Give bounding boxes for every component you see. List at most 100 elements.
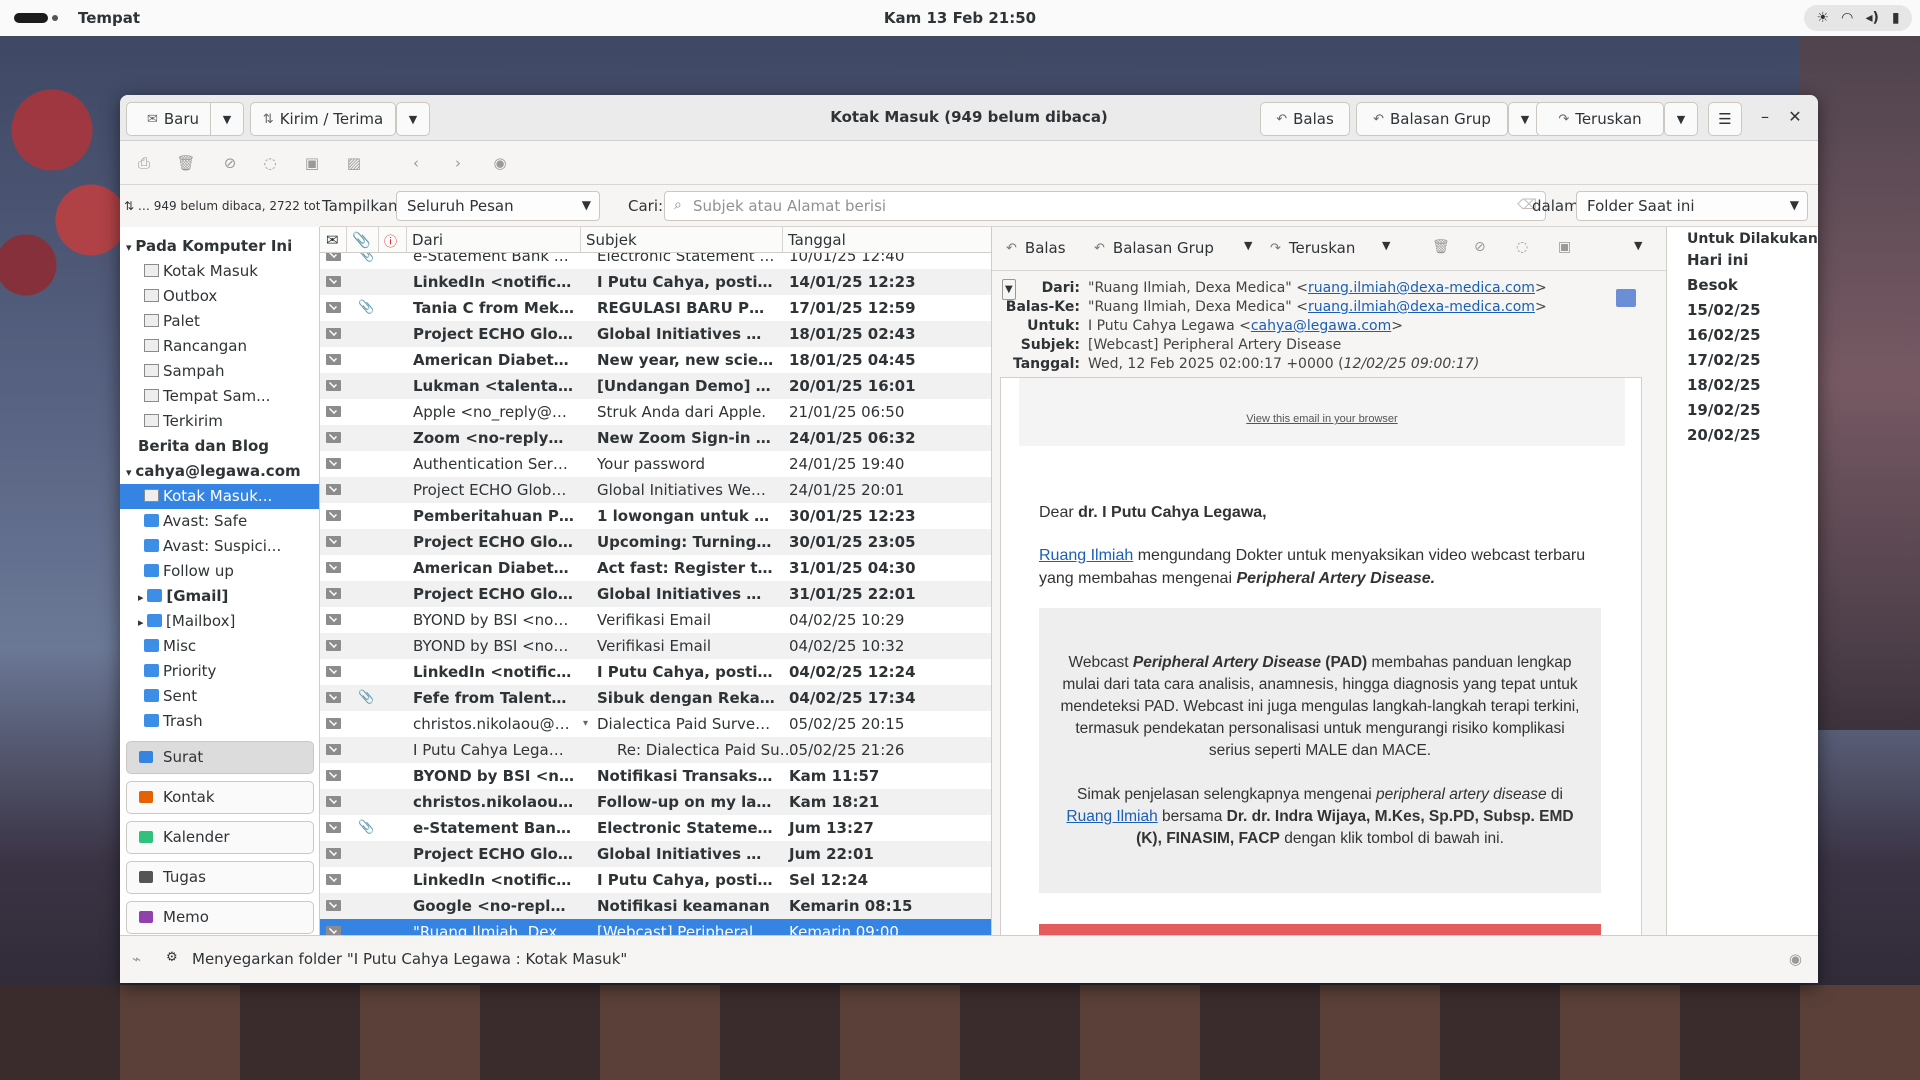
junk-icon[interactable]: ⊘ xyxy=(1474,239,1486,255)
preview-reply-group-button[interactable]: ↶ Balasan Grup xyxy=(1094,239,1214,257)
envelope-icon[interactable] xyxy=(326,640,341,651)
junk-icon[interactable]: ⊘ xyxy=(220,154,240,172)
print-icon[interactable]: ⎙ xyxy=(134,154,154,172)
envelope-icon[interactable] xyxy=(326,253,341,261)
attachment-column-icon[interactable]: 📎 xyxy=(352,231,371,249)
folder-item[interactable]: Follow up xyxy=(120,559,319,584)
close-button[interactable]: ✕ xyxy=(1784,107,1806,129)
not-junk-icon[interactable]: ◌ xyxy=(260,154,280,172)
envelope-icon[interactable] xyxy=(326,744,341,755)
envelope-icon[interactable] xyxy=(326,432,341,443)
message-row[interactable]: Google <no-reply@a... Notifikasi keamanan… xyxy=(320,893,991,919)
view-in-browser-link[interactable]: View this email in your browser xyxy=(1001,413,1641,425)
forward-dropdown-button[interactable]: ▼ xyxy=(1664,102,1698,136)
message-row[interactable]: BYOND by BSI <noner... Verifikasi Email 04… xyxy=(320,633,991,659)
system-tray[interactable]: ☀ ◠ ◂) ▮ xyxy=(1804,5,1912,31)
message-row[interactable]: Authentication Service... Your password 24… xyxy=(320,451,991,477)
message-row[interactable]: American Diabetes A... Act fast: Register… xyxy=(320,555,991,581)
message-row[interactable]: I Putu Cahya Legawa <... Re: Dialectica P… xyxy=(320,737,991,763)
ruang-ilmiah-link[interactable]: Ruang Ilmiah xyxy=(1039,547,1133,564)
clock[interactable]: Kam 13 Feb 21:50 xyxy=(0,9,1920,27)
folder-item[interactable]: Sent xyxy=(120,684,319,709)
show-images-icon[interactable] xyxy=(1616,289,1636,307)
stop-icon[interactable]: ◉ xyxy=(490,154,510,172)
thread-expander-icon[interactable]: ▾ xyxy=(583,711,588,737)
message-row[interactable]: LinkedIn <notificatio... I Putu Cahya, po… xyxy=(320,867,991,893)
envelope-icon[interactable] xyxy=(326,536,341,547)
message-row[interactable]: 📎 e-Statement Bank BSI... Electronic State… xyxy=(320,253,991,269)
main-menu-button[interactable]: ☰ xyxy=(1708,102,1742,136)
mail-switch-button[interactable]: Surat xyxy=(126,741,314,774)
ruang-ilmiah-link-2[interactable]: Ruang Ilmiah xyxy=(1066,808,1157,825)
archive-icon[interactable]: ▣ xyxy=(1558,239,1571,255)
envelope-icon[interactable] xyxy=(326,328,341,339)
message-row[interactable]: LinkedIn <notificatio... I Putu Cahya, po… xyxy=(320,659,991,685)
next-icon[interactable]: › xyxy=(448,154,468,172)
message-row[interactable]: Apple <no_reply@em... Struk Anda dari App… xyxy=(320,399,991,425)
folder-item[interactable]: Misc xyxy=(120,634,319,659)
message-row[interactable]: LinkedIn <notificatio... I Putu Cahya, po… xyxy=(320,269,991,295)
folder-item[interactable]: Berita dan Blog xyxy=(120,434,319,459)
envelope-icon[interactable] xyxy=(326,484,341,495)
expander-icon[interactable]: ▸ xyxy=(138,616,147,629)
message-row[interactable]: Project ECHO Global ... Global Initiative… xyxy=(320,581,991,607)
envelope-icon[interactable] xyxy=(326,380,341,391)
envelope-icon[interactable] xyxy=(326,614,341,625)
envelope-icon[interactable] xyxy=(326,562,341,573)
more-dropdown-icon[interactable]: ▼ xyxy=(1634,239,1642,252)
envelope-icon[interactable] xyxy=(326,822,341,833)
folder-item[interactable]: Rancangan xyxy=(120,334,319,359)
reply-group-dropdown-icon[interactable]: ▼ xyxy=(1244,239,1252,252)
send-receive-button[interactable]: ⇅ Kirim / Terima xyxy=(250,102,396,136)
envelope-icon[interactable] xyxy=(326,926,341,935)
envelope-icon[interactable] xyxy=(326,874,341,885)
message-row[interactable]: American Diabetes A... New year, new scie… xyxy=(320,347,991,373)
folder-item[interactable]: Palet xyxy=(120,309,319,334)
calendar-switch-button[interactable]: Kalender xyxy=(126,821,314,854)
message-row[interactable]: 📎 e-Statement Bank BS... Electronic Statem… xyxy=(320,815,991,841)
message-row[interactable]: "Ruang Ilmiah, Dexa M... [Webcast] Periph… xyxy=(320,919,991,935)
todo-date[interactable]: 19/02/25 xyxy=(1687,401,1761,419)
folder-item[interactable]: Sampah xyxy=(120,359,319,384)
message-row[interactable]: 📎 Tania C from Mekari ... REGULASI BARU PP… xyxy=(320,295,991,321)
envelope-icon[interactable] xyxy=(326,718,341,729)
todo-date[interactable]: 20/02/25 xyxy=(1687,426,1761,444)
preview-forward-button[interactable]: ↷ Teruskan xyxy=(1270,239,1355,257)
folder-item[interactable]: ▸ [Gmail] xyxy=(120,584,319,609)
not-junk-icon[interactable]: ◌ xyxy=(1516,239,1528,255)
delete-icon[interactable]: 🗑 xyxy=(1432,239,1450,255)
message-row[interactable]: Pemberitahuan Peker... 1 lowongan untuk “… xyxy=(320,503,991,529)
envelope-icon[interactable] xyxy=(326,900,341,911)
expander-icon[interactable]: ▾ xyxy=(126,466,135,479)
envelope-icon[interactable] xyxy=(326,770,341,781)
envelope-icon[interactable] xyxy=(326,302,341,313)
date-column-header[interactable]: Tanggal xyxy=(788,231,846,249)
envelope-icon[interactable] xyxy=(326,458,341,469)
previous-icon[interactable]: ‹ xyxy=(406,154,426,172)
envelope-icon[interactable] xyxy=(326,276,341,287)
folder-item[interactable]: Terkirim xyxy=(120,409,319,434)
folder-item[interactable]: Outbox xyxy=(120,284,319,309)
forward-button[interactable]: ↷ Teruskan xyxy=(1536,102,1664,136)
message-row[interactable]: Project ECHO Global ... Global Initiative… xyxy=(320,321,991,347)
reply-button[interactable]: ↶ Balas xyxy=(1260,102,1350,136)
message-row[interactable]: Project ECHO Global ... Global Initiative… xyxy=(320,841,991,867)
tasks-switch-button[interactable]: Tugas xyxy=(126,861,314,894)
search-input[interactable] xyxy=(693,196,1513,216)
folder-item[interactable]: Kotak Masuk xyxy=(120,259,319,284)
new-button[interactable]: ✉ Baru xyxy=(126,102,220,136)
cancel-activity-icon[interactable]: ◉ xyxy=(1789,950,1802,968)
todo-date[interactable]: Besok xyxy=(1687,276,1738,294)
cta-banner[interactable] xyxy=(1039,924,1601,935)
minimize-button[interactable]: – xyxy=(1754,107,1776,129)
email-link[interactable]: cahya@legawa.com xyxy=(1251,318,1391,334)
folder-item[interactable]: Kotak Masuk... xyxy=(120,484,319,509)
message-row[interactable]: Project ECHO Global ... Upcoming: Turning… xyxy=(320,529,991,555)
message-row[interactable]: Zoom <no-reply@zo... New Zoom Sign-in Det… xyxy=(320,425,991,451)
email-link[interactable]: ruang.ilmiah@dexa-medica.com xyxy=(1308,280,1535,296)
search-field[interactable]: ⌕ ⌫ xyxy=(664,191,1546,221)
forward-dropdown-icon[interactable]: ▼ xyxy=(1382,239,1390,252)
reply-group-button[interactable]: ↶ Balasan Grup xyxy=(1356,102,1508,136)
envelope-icon[interactable] xyxy=(326,354,341,365)
expander-icon[interactable]: ▾ xyxy=(126,241,135,254)
